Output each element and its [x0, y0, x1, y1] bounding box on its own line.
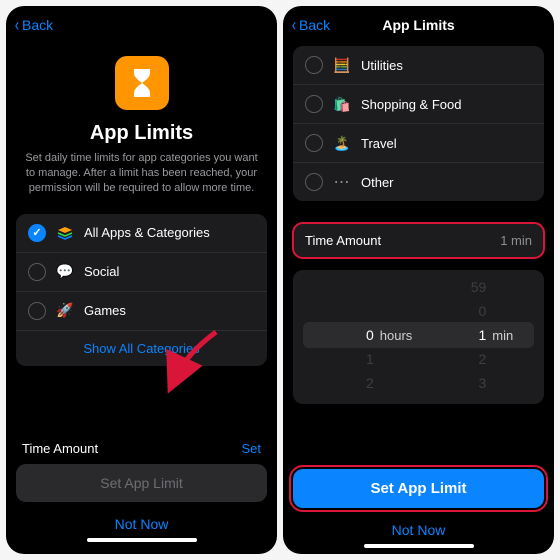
category-row-shopping[interactable]: 🛍️ Shopping & Food: [293, 85, 544, 124]
screen-left: ‹ Back App Limits Set daily time limits …: [6, 6, 277, 554]
category-row-travel[interactable]: 🏝️ Travel: [293, 124, 544, 163]
back-label: Back: [299, 17, 330, 33]
radio-icon: [305, 95, 323, 113]
time-amount-section[interactable]: Time Amount 1 min: [293, 223, 544, 258]
category-row-all[interactable]: All Apps & Categories: [16, 214, 267, 253]
calculator-icon: 🧮: [333, 56, 351, 74]
chevron-left-icon: ‹: [292, 16, 296, 34]
island-icon: 🏝️: [333, 134, 351, 152]
radio-icon: [305, 56, 323, 74]
nav-bar: ‹ Back App Limits: [283, 6, 554, 44]
hours-wheel[interactable]: 0 1 2: [314, 275, 374, 395]
category-label: Social: [84, 264, 119, 279]
nav-bar: ‹ Back: [6, 6, 277, 44]
category-list: 🧮 Utilities 🛍️ Shopping & Food 🏝️ Travel…: [293, 46, 544, 201]
layers-icon: [56, 224, 74, 242]
category-row-other[interactable]: ⋯ Other: [293, 163, 544, 201]
category-label: Utilities: [361, 58, 403, 73]
category-row-social[interactable]: 💬 Social: [16, 253, 267, 292]
radio-icon: [305, 134, 323, 152]
category-row-utilities[interactable]: 🧮 Utilities: [293, 46, 544, 85]
category-label: Travel: [361, 136, 397, 151]
back-button[interactable]: ‹ Back: [291, 16, 330, 34]
chevron-left-icon: ‹: [15, 16, 19, 34]
radio-icon: [28, 263, 46, 281]
category-label: Games: [84, 303, 126, 318]
chat-icon: 💬: [56, 263, 74, 281]
category-label: All Apps & Categories: [84, 225, 210, 240]
hero: App Limits Set daily time limits for app…: [6, 44, 277, 206]
category-row-games[interactable]: 🚀 Games: [16, 292, 267, 331]
set-app-limit-button[interactable]: Set App Limit: [293, 469, 544, 508]
not-now-link[interactable]: Not Now: [16, 510, 267, 534]
time-amount-label: Time Amount: [305, 233, 381, 248]
set-link[interactable]: Set: [241, 441, 261, 456]
category-label: Other: [361, 175, 394, 190]
ellipsis-icon: ⋯: [333, 173, 351, 191]
not-now-link[interactable]: Not Now: [283, 516, 554, 540]
hours-label: hours: [380, 328, 413, 343]
home-indicator: [364, 544, 474, 548]
back-button[interactable]: ‹ Back: [14, 16, 53, 34]
time-amount-label: Time Amount: [22, 441, 98, 456]
page-description: Set daily time limits for app categories…: [24, 151, 259, 196]
shopping-bag-icon: 🛍️: [333, 95, 351, 113]
minutes-wheel[interactable]: 59 0 1 2 3: [426, 275, 486, 395]
screen-right: ‹ Back App Limits 🧮 Utilities 🛍️ Shoppin…: [283, 6, 554, 554]
min-label: min: [492, 328, 513, 343]
time-amount-value: 1 min: [500, 233, 532, 248]
time-amount-row[interactable]: Time Amount Set: [16, 431, 267, 464]
home-indicator: [87, 538, 197, 542]
category-label: Shopping & Food: [361, 97, 461, 112]
radio-checked-icon: [28, 224, 46, 242]
bottom-group: Time Amount Set Set App Limit Not Now: [6, 431, 277, 554]
hourglass-icon: [128, 67, 156, 99]
app-limits-app-icon: [115, 56, 169, 110]
radio-icon: [305, 173, 323, 191]
time-picker[interactable]: 0 1 2 hours 59 0 1 2 3 min: [293, 270, 544, 404]
show-all-categories-link[interactable]: Show All Categories: [16, 331, 267, 366]
radio-icon: [28, 302, 46, 320]
page-title: App Limits: [24, 122, 259, 145]
rocket-icon: 🚀: [56, 302, 74, 320]
back-label: Back: [22, 17, 53, 33]
category-list: All Apps & Categories 💬 Social 🚀 Games S…: [16, 214, 267, 366]
set-app-limit-button: Set App Limit: [16, 464, 267, 502]
